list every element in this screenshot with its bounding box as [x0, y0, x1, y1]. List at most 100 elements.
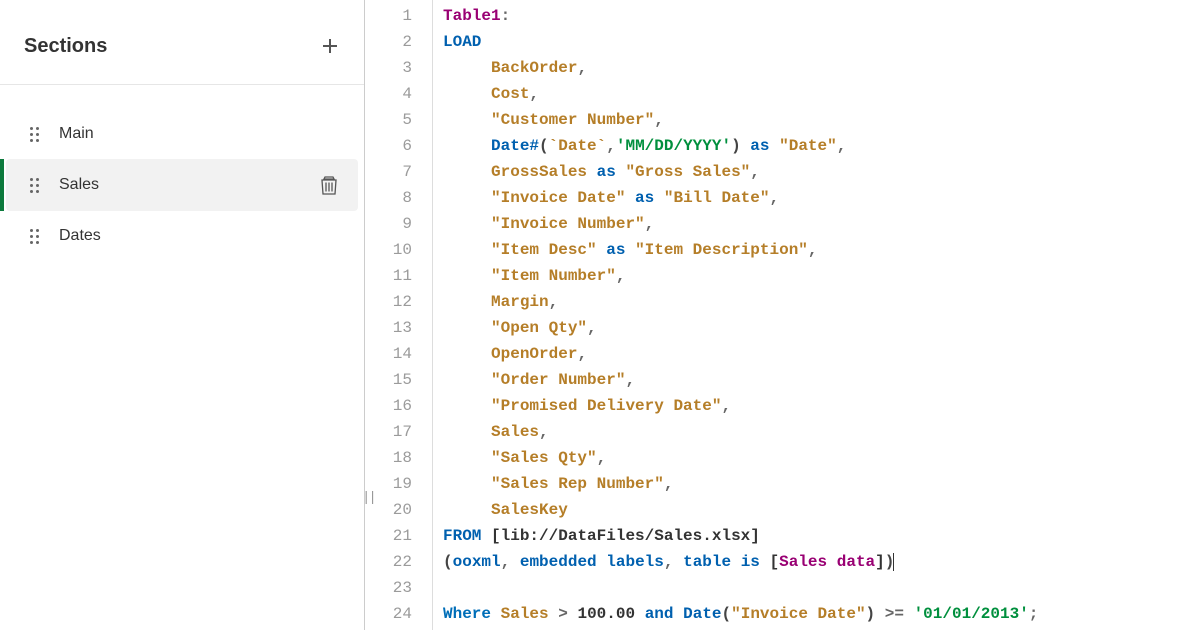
sidebar-header: Sections [0, 0, 364, 85]
line-number: 11 [365, 263, 412, 289]
code-token: , [837, 137, 847, 155]
code-token [741, 137, 751, 155]
line-number: 5 [365, 107, 412, 133]
code-token: as [597, 163, 616, 181]
code-token: Sales [501, 605, 549, 623]
code-token [587, 163, 597, 181]
line-number: 7 [365, 159, 412, 185]
code-token: , [539, 423, 549, 441]
code-token: and [645, 605, 674, 623]
line-number: 15 [365, 367, 412, 393]
code-token: ( [443, 553, 453, 571]
code-token: 100.00 [577, 605, 635, 623]
code-line[interactable]: FROM [lib://DataFiles/Sales.xlsx] [443, 523, 1191, 549]
code-token: table is [683, 553, 760, 571]
code-token: "Invoice Date" [491, 189, 625, 207]
code-token [491, 605, 501, 623]
line-number: 18 [365, 445, 412, 471]
code-editor[interactable]: || 1234567891011121314151617181920212223… [365, 0, 1191, 630]
code-line[interactable]: "Sales Qty", [443, 445, 1191, 471]
drag-handle-icon[interactable] [30, 229, 39, 244]
line-number: 1 [365, 3, 412, 29]
code-token: "Invoice Date" [731, 605, 865, 623]
code-line[interactable]: "Item Number", [443, 263, 1191, 289]
code-line[interactable]: Table1: [443, 3, 1191, 29]
trash-icon [320, 175, 338, 195]
add-section-button[interactable] [316, 32, 344, 60]
code-token [443, 319, 491, 337]
code-token [760, 553, 770, 571]
code-line[interactable]: "Invoice Date" as "Bill Date", [443, 185, 1191, 211]
code-line[interactable]: Date#(`Date`,'MM/DD/YYYY') as "Date", [443, 133, 1191, 159]
code-token [443, 215, 491, 233]
code-line[interactable]: "Open Qty", [443, 315, 1191, 341]
line-number: 8 [365, 185, 412, 211]
line-number: 17 [365, 419, 412, 445]
line-number: 16 [365, 393, 412, 419]
code-token [443, 371, 491, 389]
code-token [625, 241, 635, 259]
code-token: , [664, 475, 674, 493]
code-token [481, 527, 491, 545]
code-token: Cost [491, 85, 529, 103]
line-number: 13 [365, 315, 412, 341]
code-area[interactable]: Table1:LOAD BackOrder, Cost, "Customer N… [433, 0, 1191, 630]
code-line[interactable]: "Order Number", [443, 367, 1191, 393]
code-line[interactable]: "Invoice Number", [443, 211, 1191, 237]
code-line[interactable]: "Sales Rep Number", [443, 471, 1191, 497]
code-token: > [558, 605, 568, 623]
sidebar-item-sales[interactable]: Sales [6, 159, 358, 211]
code-token [875, 605, 885, 623]
code-token: GrossSales [491, 163, 587, 181]
code-token: , [616, 267, 626, 285]
code-line[interactable]: "Item Desc" as "Item Description", [443, 237, 1191, 263]
code-token [674, 605, 684, 623]
splitter-handle[interactable]: || [362, 485, 375, 511]
code-token: , [750, 163, 760, 181]
code-line[interactable]: Where Sales > 100.00 and Date("Invoice D… [443, 601, 1191, 627]
drag-handle-icon[interactable] [30, 127, 39, 142]
code-token [443, 293, 491, 311]
code-line[interactable]: GrossSales as "Gross Sales", [443, 159, 1191, 185]
code-token: Where [443, 605, 491, 623]
code-token [673, 553, 683, 571]
code-line[interactable]: "Promised Delivery Date", [443, 393, 1191, 419]
code-token: , [549, 293, 559, 311]
code-token: , [645, 215, 655, 233]
code-line[interactable]: Margin, [443, 289, 1191, 315]
code-token: embedded labels [520, 553, 664, 571]
sidebar-item-label: Main [59, 125, 338, 143]
code-token: as [750, 137, 769, 155]
code-token: 'MM/DD/YYYY' [616, 137, 731, 155]
code-token [510, 553, 520, 571]
code-line[interactable]: Sales, [443, 419, 1191, 445]
code-line[interactable]: (ooxml, embedded labels, table is [Sales… [443, 549, 1191, 575]
code-line[interactable]: "Customer Number", [443, 107, 1191, 133]
code-line[interactable]: OpenOrder, [443, 341, 1191, 367]
code-line[interactable] [443, 575, 1191, 601]
code-token [549, 605, 559, 623]
code-line[interactable]: LOAD [443, 29, 1191, 55]
code-token: "Item Number" [491, 267, 616, 285]
sidebar-item-label: Dates [59, 227, 338, 245]
delete-section-button[interactable] [320, 175, 338, 195]
code-token: [ [491, 527, 501, 545]
code-token: as [635, 189, 654, 207]
code-line[interactable]: SalesKey [443, 497, 1191, 523]
line-number: 12 [365, 289, 412, 315]
line-number: 2 [365, 29, 412, 55]
drag-handle-icon[interactable] [30, 178, 39, 193]
line-number: 3 [365, 55, 412, 81]
code-line[interactable]: BackOrder, [443, 55, 1191, 81]
sidebar-item-main[interactable]: Main [6, 109, 358, 159]
code-token [654, 189, 664, 207]
code-token [443, 449, 491, 467]
code-token [443, 189, 491, 207]
code-line[interactable]: Cost, [443, 81, 1191, 107]
code-token: as [606, 241, 625, 259]
sidebar-item-dates[interactable]: Dates [6, 211, 358, 261]
line-number: 23 [365, 575, 412, 601]
code-token: Sales data [779, 553, 875, 571]
code-token: "Customer Number" [491, 111, 654, 129]
code-token: Date# [491, 137, 539, 155]
